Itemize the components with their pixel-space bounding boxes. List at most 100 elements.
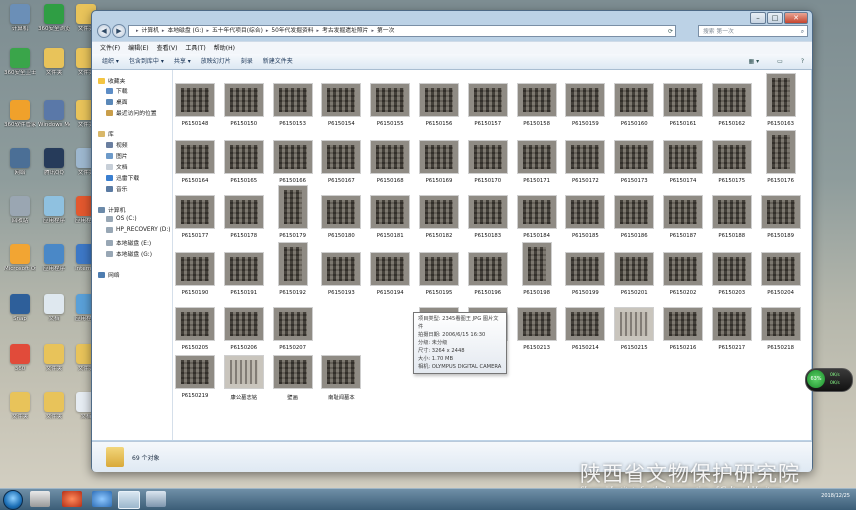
desktop-icon[interactable]: 腾讯QQ bbox=[38, 148, 70, 176]
network-speed-gadget[interactable]: 63% 0K/s 0K/s bbox=[805, 368, 853, 392]
file-thumbnail[interactable]: P6150153 bbox=[272, 83, 313, 127]
desktop-icon[interactable]: 文档 bbox=[38, 294, 70, 322]
nav-item-download[interactable]: 下载 bbox=[106, 86, 128, 95]
file-thumbnail[interactable]: P6150199 bbox=[565, 252, 606, 296]
title-bar[interactable]: – □ ✕ ◀ ▶ ▸ 计算机 ▸ 本地磁盘 (G:) ▸ 五十年代项目(综合) ▸ 50年代… bbox=[92, 11, 812, 38]
file-thumbnail[interactable]: P6150157 bbox=[467, 83, 508, 127]
file-thumbnail[interactable]: P6150182 bbox=[419, 195, 459, 239]
nav-item-videos[interactable]: 视频 bbox=[106, 140, 128, 149]
file-thumbnail[interactable]: P6150193 bbox=[321, 252, 362, 296]
breadcrumb-separator[interactable]: ▸ bbox=[136, 25, 139, 37]
file-thumbnail[interactable]: P6150163 bbox=[761, 73, 801, 127]
back-button[interactable]: ◀ bbox=[97, 24, 111, 38]
file-thumbnail[interactable]: P6150181 bbox=[370, 195, 411, 239]
desktop-icon[interactable]: 360安全卫士 bbox=[4, 48, 36, 76]
file-thumbnail[interactable]: P6150218 bbox=[760, 307, 801, 351]
file-thumbnail[interactable]: P6150170 bbox=[467, 140, 508, 184]
file-thumbnail[interactable]: P6150174 bbox=[663, 140, 703, 184]
file-thumbnail[interactable]: P6150186 bbox=[614, 195, 655, 239]
burn-button[interactable]: 刻录 bbox=[241, 54, 253, 69]
address-bar[interactable]: ▸ 计算机 ▸ 本地磁盘 (G:) ▸ 五十年代项目(综合) ▸ 50年代发掘资料 ▸ 考古发掘遗… bbox=[128, 25, 676, 37]
file-thumbnail[interactable]: P6150195 bbox=[419, 252, 459, 296]
taskbar-app-icon[interactable] bbox=[146, 491, 166, 507]
share-button[interactable]: 共享 ▾ bbox=[174, 54, 191, 69]
taskbar-app-icon[interactable] bbox=[30, 491, 50, 507]
breadcrumb-item[interactable]: 五十年代项目(综合) bbox=[212, 25, 263, 37]
breadcrumb-separator[interactable]: ▸ bbox=[266, 25, 269, 37]
file-thumbnail[interactable]: P6150206 bbox=[223, 307, 264, 351]
file-thumbnail[interactable]: P6150204 bbox=[760, 252, 801, 296]
nav-item-documents[interactable]: 文档 bbox=[106, 162, 128, 171]
maximize-button[interactable]: □ bbox=[767, 12, 783, 24]
file-thumbnail[interactable]: P6150189 bbox=[760, 195, 801, 239]
taskbar-browser-icon[interactable] bbox=[92, 491, 112, 507]
preview-pane-icon[interactable]: ▭ bbox=[777, 54, 783, 69]
minimize-button[interactable]: – bbox=[750, 12, 766, 24]
nav-item-desktop[interactable]: 桌面 bbox=[106, 97, 128, 106]
file-thumbnail[interactable]: P6150150 bbox=[223, 83, 264, 127]
nav-drive-d[interactable]: HP_RECOVERY (D:) bbox=[106, 227, 171, 233]
breadcrumb-item[interactable]: 50年代发掘资料 bbox=[271, 25, 313, 37]
file-thumbnail[interactable]: P6150164 bbox=[175, 140, 215, 184]
file-thumbnail[interactable]: P6150191 bbox=[223, 252, 264, 296]
file-thumbnail[interactable]: P6150217 bbox=[711, 307, 752, 351]
forward-button[interactable]: ▶ bbox=[112, 24, 126, 38]
file-thumbnail[interactable]: P6150214 bbox=[565, 307, 606, 351]
file-thumbnail[interactable]: P6150168 bbox=[370, 140, 411, 184]
file-thumbnail[interactable]: P6150205 bbox=[175, 307, 215, 351]
file-thumbnail[interactable]: P6150201 bbox=[614, 252, 655, 296]
nav-drive-c[interactable]: OS (C:) bbox=[106, 216, 137, 222]
taskbar-explorer-icon[interactable] bbox=[118, 491, 140, 509]
desktop-icon[interactable]: 文件夹 bbox=[4, 392, 36, 420]
file-thumbnail[interactable]: P6150216 bbox=[663, 307, 703, 351]
file-thumbnail[interactable]: P6150196 bbox=[467, 252, 508, 296]
file-thumbnail[interactable]: P6150179 bbox=[273, 185, 313, 239]
file-thumbnail[interactable]: P6150194 bbox=[370, 252, 411, 296]
file-thumbnail[interactable]: P6150171 bbox=[516, 140, 557, 184]
file-thumbnail[interactable]: P6150188 bbox=[711, 195, 752, 239]
file-thumbnail[interactable]: P6150185 bbox=[565, 195, 606, 239]
nav-network[interactable]: 网络 bbox=[98, 270, 120, 279]
nav-item-pictures[interactable]: 图片 bbox=[106, 151, 128, 160]
breadcrumb-separator[interactable]: ▸ bbox=[371, 25, 374, 37]
desktop-icon[interactable]: Snap bbox=[4, 294, 36, 322]
desktop-icon[interactable]: 应用程序 bbox=[38, 244, 70, 272]
file-thumbnail[interactable]: P6150166 bbox=[272, 140, 313, 184]
file-thumbnail[interactable]: P6150183 bbox=[467, 195, 508, 239]
nav-drive-e[interactable]: 本地磁盘 (E:) bbox=[106, 238, 151, 247]
nav-drive-g[interactable]: 本地磁盘 (G:) bbox=[106, 249, 152, 258]
file-thumbnail[interactable]: P6150219 bbox=[175, 355, 215, 399]
help-icon[interactable]: ? bbox=[801, 54, 804, 69]
file-thumbnail[interactable]: P6150202 bbox=[663, 252, 703, 296]
desktop-icon[interactable]: 360软件管家 bbox=[4, 100, 36, 128]
desktop-icon[interactable]: 计算机 bbox=[4, 4, 36, 32]
file-thumbnail[interactable]: 康公墓志铭 bbox=[223, 355, 264, 401]
file-thumbnail[interactable]: P6150192 bbox=[273, 242, 313, 296]
file-thumbnail[interactable]: P6150154 bbox=[321, 83, 362, 127]
breadcrumb-item[interactable]: 考古发掘遗址照片 bbox=[322, 25, 368, 37]
file-thumbnail[interactable]: P6150160 bbox=[614, 83, 655, 127]
nav-item-recent[interactable]: 最近访问的位置 bbox=[106, 108, 157, 117]
file-thumbnail[interactable]: P6150207 bbox=[272, 307, 313, 351]
new-folder-button[interactable]: 新建文件夹 bbox=[263, 54, 293, 69]
tray-clock[interactable]: 2018/12/25 bbox=[821, 493, 850, 499]
file-thumbnail[interactable]: P6150172 bbox=[565, 140, 606, 184]
nav-computer[interactable]: 计算机 bbox=[98, 205, 125, 214]
file-thumbnail[interactable]: P6150161 bbox=[663, 83, 703, 127]
desktop-icon[interactable]: 文件夹 bbox=[38, 48, 70, 76]
slideshow-button[interactable]: 放映幻灯片 bbox=[201, 54, 231, 69]
file-thumbnail[interactable]: P6150175 bbox=[711, 140, 752, 184]
breadcrumb-separator[interactable]: ▸ bbox=[162, 25, 165, 37]
file-thumbnail[interactable]: P6150213 bbox=[516, 307, 557, 351]
desktop-icon[interactable]: 360安全浏览器 bbox=[38, 4, 70, 32]
file-thumbnail[interactable]: P6150159 bbox=[565, 83, 606, 127]
file-thumbnail[interactable]: P6150180 bbox=[321, 195, 362, 239]
file-thumbnail[interactable]: P6150187 bbox=[663, 195, 703, 239]
file-thumbnail[interactable]: P6150155 bbox=[370, 83, 411, 127]
explorer-window[interactable]: – □ ✕ ◀ ▶ ▸ 计算机 ▸ 本地磁盘 (G:) ▸ 五十年代项目(综合) ▸ 50年代… bbox=[91, 10, 813, 472]
file-thumbnail[interactable]: P6150184 bbox=[516, 195, 557, 239]
file-thumbnail[interactable]: P6150173 bbox=[614, 140, 655, 184]
breadcrumb-item[interactable]: 本地磁盘 (G:) bbox=[167, 25, 203, 37]
search-input[interactable]: 搜索 第一次 ⌕ bbox=[698, 25, 808, 37]
close-button[interactable]: ✕ bbox=[784, 12, 808, 24]
